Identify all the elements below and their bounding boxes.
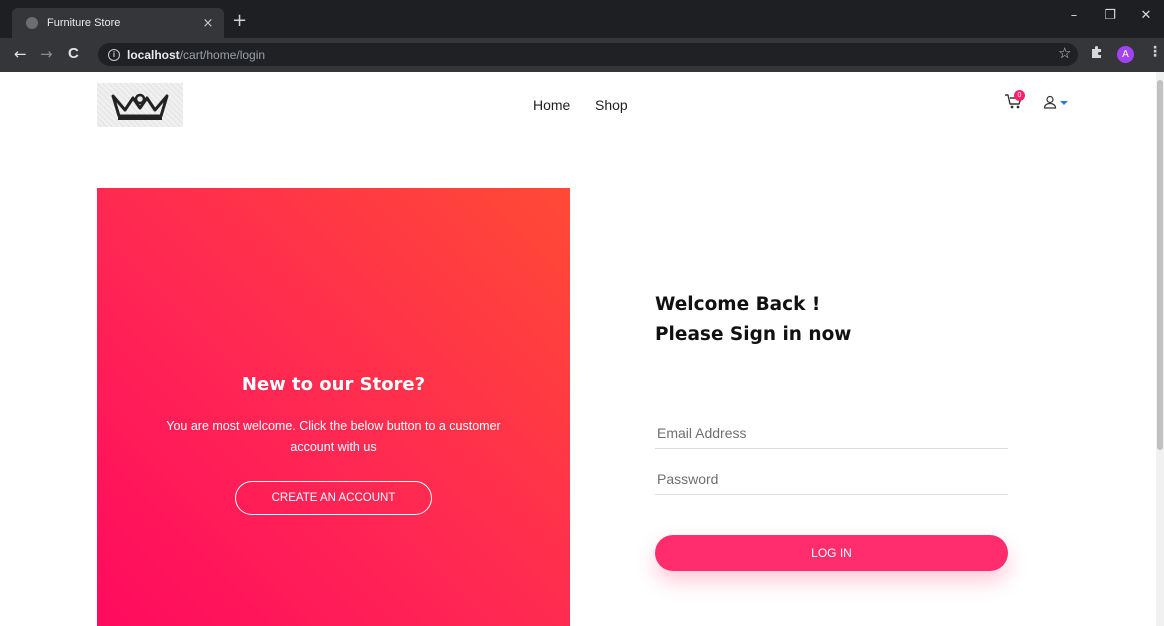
reload-button[interactable]: C: [68, 46, 79, 62]
crown-logo[interactable]: [97, 83, 183, 127]
minimize-button[interactable]: –: [1056, 8, 1092, 23]
browser-tab[interactable]: Furniture Store ×: [12, 8, 224, 38]
scrollbar-thumb[interactable]: [1157, 80, 1163, 450]
forward-button[interactable]: →: [40, 46, 53, 62]
login-button[interactable]: LOG IN: [655, 535, 1008, 571]
caret-down-icon[interactable]: [1060, 101, 1068, 105]
login-title: Welcome Back ! Please Sign in now: [655, 290, 851, 350]
browser-tabstrip: Furniture Store × + – ❐ ✕: [0, 0, 1164, 38]
info-icon[interactable]: i: [108, 48, 120, 61]
promo-heading: New to our Store?: [241, 374, 426, 395]
page-content: Home Shop 0 New to our Store? You are mo…: [0, 72, 1156, 626]
new-tab-button[interactable]: +: [232, 12, 247, 30]
window-controls: – ❐ ✕: [1056, 8, 1164, 23]
menu-icon[interactable]: ⋮: [1148, 44, 1162, 60]
login-title-line1: Welcome Back !: [655, 294, 821, 315]
restore-button[interactable]: ❐: [1092, 8, 1128, 23]
tab-close-icon[interactable]: ×: [200, 16, 216, 31]
email-field[interactable]: [655, 417, 1008, 449]
promo-text: You are most welcome. Click the below bu…: [166, 419, 501, 454]
create-account-button[interactable]: CREATE AN ACCOUNT: [235, 481, 432, 515]
globe-icon: [26, 17, 38, 29]
puzzle-icon[interactable]: [1090, 45, 1104, 59]
avatar[interactable]: A: [1117, 46, 1134, 63]
address-bar[interactable]: i localhost /cart/home/login: [98, 43, 1078, 66]
nav-shop-link[interactable]: Shop: [595, 97, 628, 113]
back-button[interactable]: ←: [14, 46, 27, 62]
user-icon[interactable]: [1043, 95, 1057, 109]
login-title-line2: Please Sign in now: [655, 324, 852, 345]
star-icon[interactable]: ☆: [1058, 44, 1071, 62]
crown-icon: [111, 93, 169, 120]
browser-toolbar: ← → C i localhost /cart/home/login: [0, 38, 1164, 72]
signup-promo-panel: New to our Store? You are most welcome. …: [97, 188, 570, 626]
close-window-button[interactable]: ✕: [1128, 8, 1164, 23]
tab-title: Furniture Store: [47, 17, 121, 29]
cart-count-badge: 0: [1014, 90, 1025, 101]
url-host: localhost: [127, 47, 180, 62]
scrollbar[interactable]: [1156, 72, 1164, 626]
password-field[interactable]: [655, 463, 1008, 495]
nav-home-link[interactable]: Home: [533, 97, 570, 113]
url-path: /cart/home/login: [179, 47, 266, 62]
